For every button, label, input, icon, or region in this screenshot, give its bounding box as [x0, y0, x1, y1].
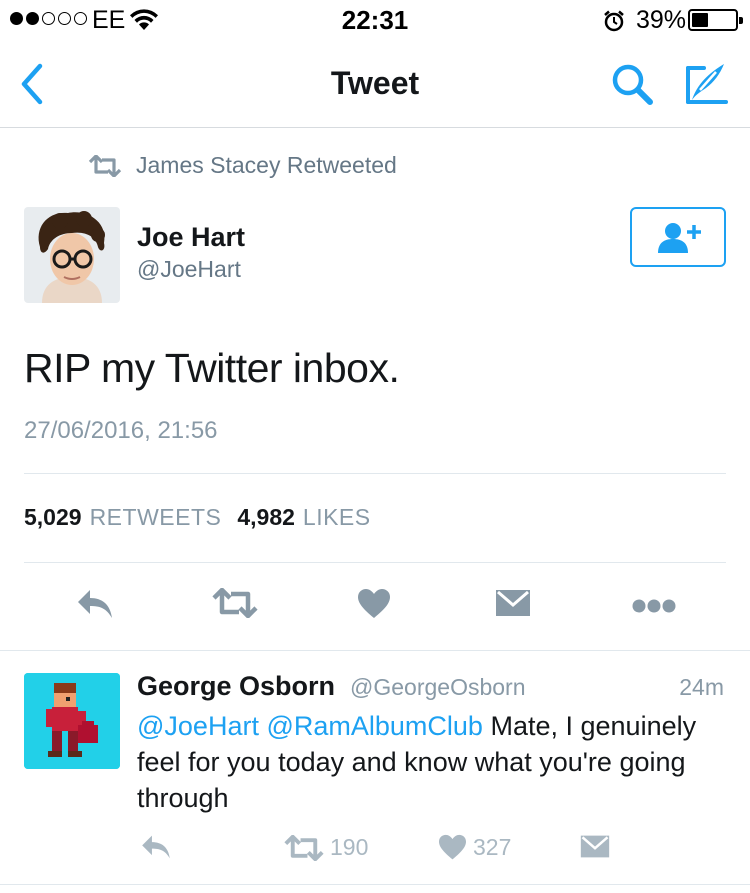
reply-retweet-button[interactable]: 190 [284, 834, 368, 861]
tweet-actions [0, 587, 750, 625]
retweet-button[interactable] [212, 587, 258, 623]
nav-bar: Tweet [0, 40, 750, 128]
reply-author-handle[interactable]: @GeorgeOsborn [350, 674, 526, 701]
envelope-icon [580, 835, 610, 858]
reply-author-name[interactable]: George Osborn [137, 671, 335, 702]
envelope-icon [496, 590, 530, 616]
reply-timestamp: 24m [679, 674, 724, 700]
retweets-label[interactable]: RETWEETS [90, 504, 222, 531]
reply-icon [142, 835, 170, 859]
likes-label[interactable]: LIKES [303, 504, 371, 531]
more-button[interactable] [632, 598, 676, 619]
add-user-icon [658, 223, 701, 253]
retweet-icon [284, 834, 324, 861]
mention-link[interactable]: @RamAlbumClub [266, 711, 482, 741]
reply-like-button[interactable]: 327 [438, 834, 511, 861]
status-bar: EE 22:31 39% [0, 0, 750, 40]
battery-icon [688, 9, 743, 31]
likes-count[interactable]: 4,982 [237, 504, 295, 531]
direct-message-button[interactable] [495, 588, 531, 623]
divider [0, 650, 750, 651]
author-name[interactable]: Joe Hart [137, 222, 245, 253]
avatar[interactable] [24, 673, 120, 769]
tweet-text: RIP my Twitter inbox. [24, 345, 400, 391]
search-icon [612, 64, 653, 105]
compose-icon [686, 64, 728, 104]
battery-percent: 39% [636, 6, 687, 34]
retweet-context-label: James Stacey Retweeted [136, 152, 397, 178]
reply-dm-button[interactable] [580, 834, 610, 859]
heart-icon [439, 834, 466, 860]
alarm-icon [603, 10, 625, 37]
divider [0, 884, 750, 885]
tweet-stats: 5,029 RETWEETS 4,982 LIKES [24, 504, 387, 531]
search-button[interactable] [610, 62, 656, 108]
divider [24, 562, 726, 563]
follow-button[interactable] [630, 207, 726, 267]
more-icon [632, 599, 676, 613]
tweet-timestamp: 27/06/2016, 21:56 [24, 417, 218, 444]
like-button[interactable] [357, 588, 391, 625]
retweets-count[interactable]: 5,029 [24, 504, 82, 531]
reply-button[interactable] [76, 588, 114, 625]
reply-actions: 190 327 [0, 834, 750, 864]
compose-button[interactable] [684, 60, 730, 106]
reply-reply-button[interactable] [140, 834, 172, 860]
reply-retweets-count: 190 [330, 834, 369, 860]
author-handle[interactable]: @JoeHart [137, 256, 241, 283]
retweet-context[interactable]: James Stacey Retweeted [88, 152, 397, 179]
avatar[interactable] [24, 207, 120, 303]
reply-text: @JoeHart @RamAlbumClub Mate, I genuinely… [137, 708, 737, 816]
divider [24, 473, 726, 474]
retweet-icon [88, 154, 122, 177]
heart-icon [358, 589, 390, 618]
reply-icon [78, 590, 112, 618]
reply-likes-count: 327 [473, 834, 512, 860]
mention-link[interactable]: @JoeHart [137, 711, 259, 741]
retweet-icon [212, 587, 258, 619]
